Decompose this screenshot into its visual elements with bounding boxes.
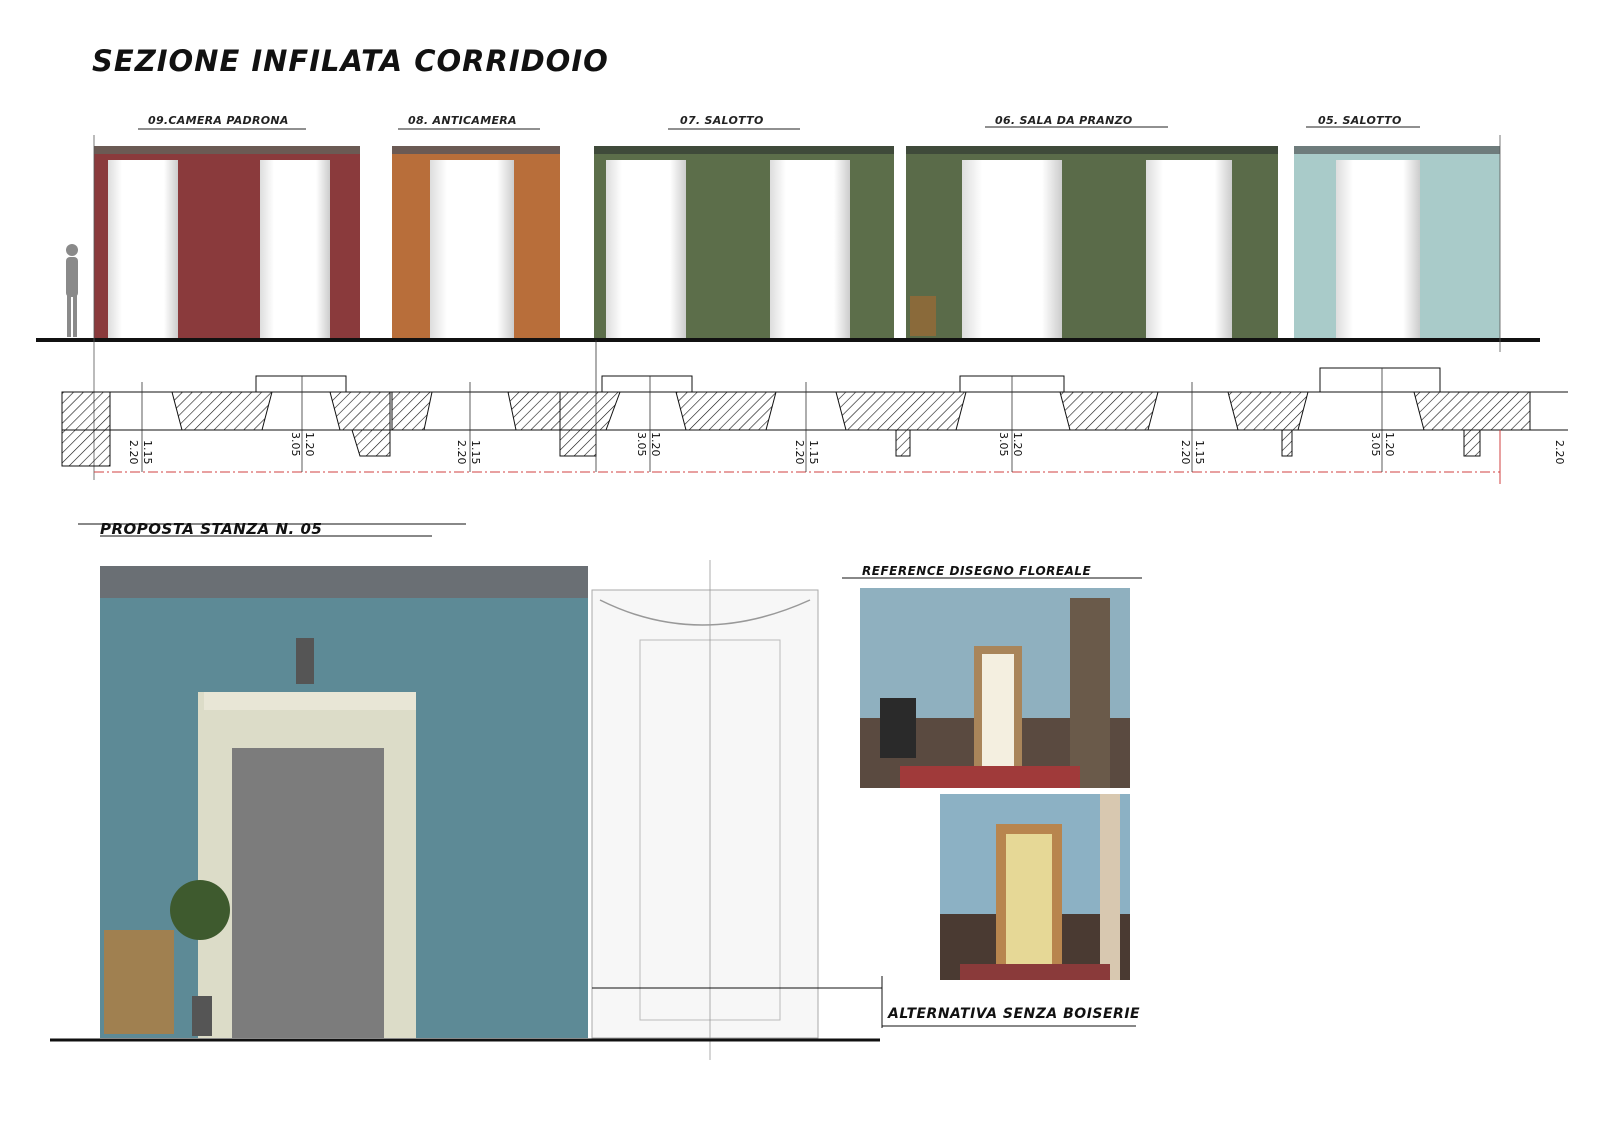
dim-label: 2.20	[1179, 440, 1192, 465]
dim-label: 1.20	[649, 432, 662, 457]
proposal-label: PROPOSTA STANZA N. 05	[100, 520, 323, 538]
reference-photo-1	[860, 588, 1130, 788]
dim-label: 3.05	[289, 432, 302, 457]
proposal-elevation	[100, 560, 819, 1060]
dim-label: 3.05	[1369, 432, 1382, 457]
dim-label: 1.15	[807, 440, 820, 465]
room-05-wall	[1294, 146, 1500, 340]
alternative-label: ALTERNATIVA SENZA BOISERIE	[888, 1006, 1141, 1022]
dim-label: 2.20	[455, 440, 468, 465]
dim-label: 1.15	[469, 440, 482, 465]
dim-label: 2.20	[127, 440, 140, 465]
dimension-labels: 2.20 1.15 3.05 1.20 2.20 1.15 3.05 1.20 …	[127, 432, 1566, 465]
elevation-drawing: 2.20 1.15 3.05 1.20 2.20 1.15 3.05 1.20 …	[36, 126, 1568, 1060]
dim-label: 1.15	[141, 440, 154, 465]
plan-section	[61, 367, 1568, 484]
dim-label: 2.20	[793, 440, 806, 465]
dim-label: 2.20	[1553, 440, 1566, 465]
dim-label: 1.20	[1011, 432, 1024, 457]
reference-photo-2	[940, 794, 1130, 980]
room-08-wall	[392, 146, 560, 340]
reference-label: REFERENCE DISEGNO FLOREALE	[862, 564, 1092, 578]
dim-label: 1.20	[1383, 432, 1396, 457]
room-09-wall	[94, 146, 360, 340]
dim-label: 1.20	[303, 432, 316, 457]
human-scale-figure	[66, 244, 78, 337]
dim-label: 3.05	[635, 432, 648, 457]
room-07-wall	[594, 146, 894, 340]
room-06-wall	[906, 146, 1278, 340]
dim-label: 3.05	[997, 432, 1010, 457]
dim-label: 1.15	[1193, 440, 1206, 465]
